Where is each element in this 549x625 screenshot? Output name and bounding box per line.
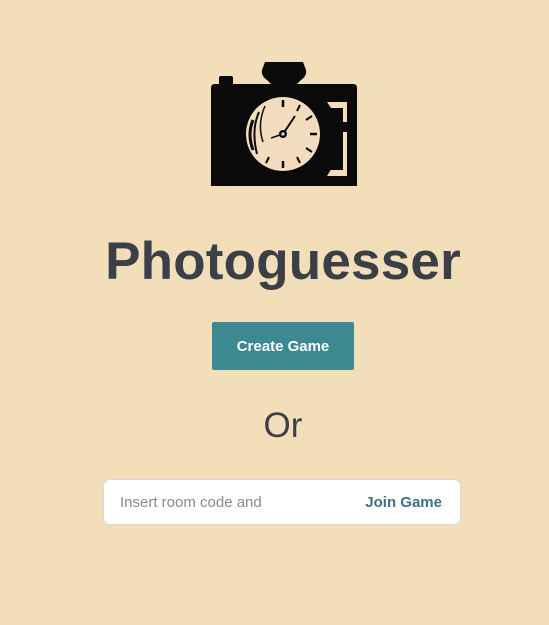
landing-page: Photoguesser Create Game Or Join Game — [0, 0, 549, 625]
app-title: Photoguesser — [105, 232, 461, 291]
room-code-input[interactable] — [120, 480, 346, 524]
join-game-button[interactable]: Join Game — [365, 480, 442, 524]
camera-with-clock-icon — [211, 62, 357, 186]
or-divider-text: Or — [263, 406, 303, 445]
join-room-form: Join Game — [103, 479, 461, 525]
create-game-button[interactable]: Create Game — [212, 322, 354, 370]
